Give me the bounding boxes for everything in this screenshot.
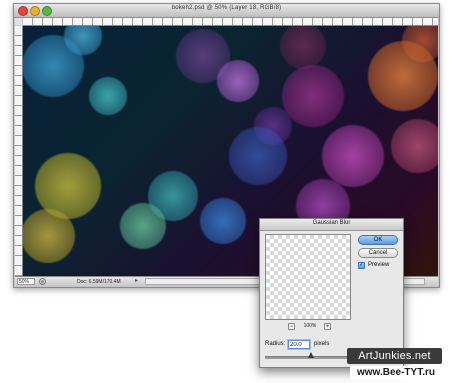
gaussian-blur-dialog: Gaussian Blur − 100% + OK Cancel ✓ Previ… [259,218,404,368]
dialog-titlebar[interactable]: Gaussian Blur [260,219,403,231]
preview-zoom-level: 100% [303,323,317,329]
horizontal-ruler[interactable] [23,18,438,26]
watermark-artjunkies: ArtJunkies.net [347,348,442,364]
preview-zoom-in-button[interactable]: + [324,323,331,330]
status-info-icon[interactable] [39,278,46,285]
checkmark-icon: ✓ [359,262,365,268]
document-title: bokeh2.psd @ 50% (Layer 18, RGB/8) [171,5,282,11]
document-titlebar[interactable]: bokeh2.psd @ 50% (Layer 18, RGB/8) [14,4,439,18]
cancel-button[interactable]: Cancel [358,248,398,258]
watermark-bee-tyt: www.Bee-TYT.ru [350,366,442,380]
zoom-field[interactable]: 50% [17,278,35,285]
radius-slider-thumb[interactable] [307,352,314,358]
filter-preview-area[interactable] [265,234,351,320]
ruler-origin[interactable] [15,18,22,25]
vertical-ruler[interactable] [15,26,23,276]
radius-label: Radius: [265,341,286,347]
radius-input[interactable] [288,340,310,349]
preview-checkbox[interactable]: ✓ [358,262,365,269]
preview-checkbox-label: Preview [368,262,390,268]
dialog-title: Gaussian Blur [312,220,351,226]
status-menu-arrow-icon[interactable]: ▸ [135,277,138,286]
radius-unit: pixels [314,341,330,347]
ok-button[interactable]: OK [358,235,398,245]
document-size-info: Doc: 6.59M/170.4M [77,279,121,285]
preview-zoom-out-button[interactable]: − [288,323,295,330]
